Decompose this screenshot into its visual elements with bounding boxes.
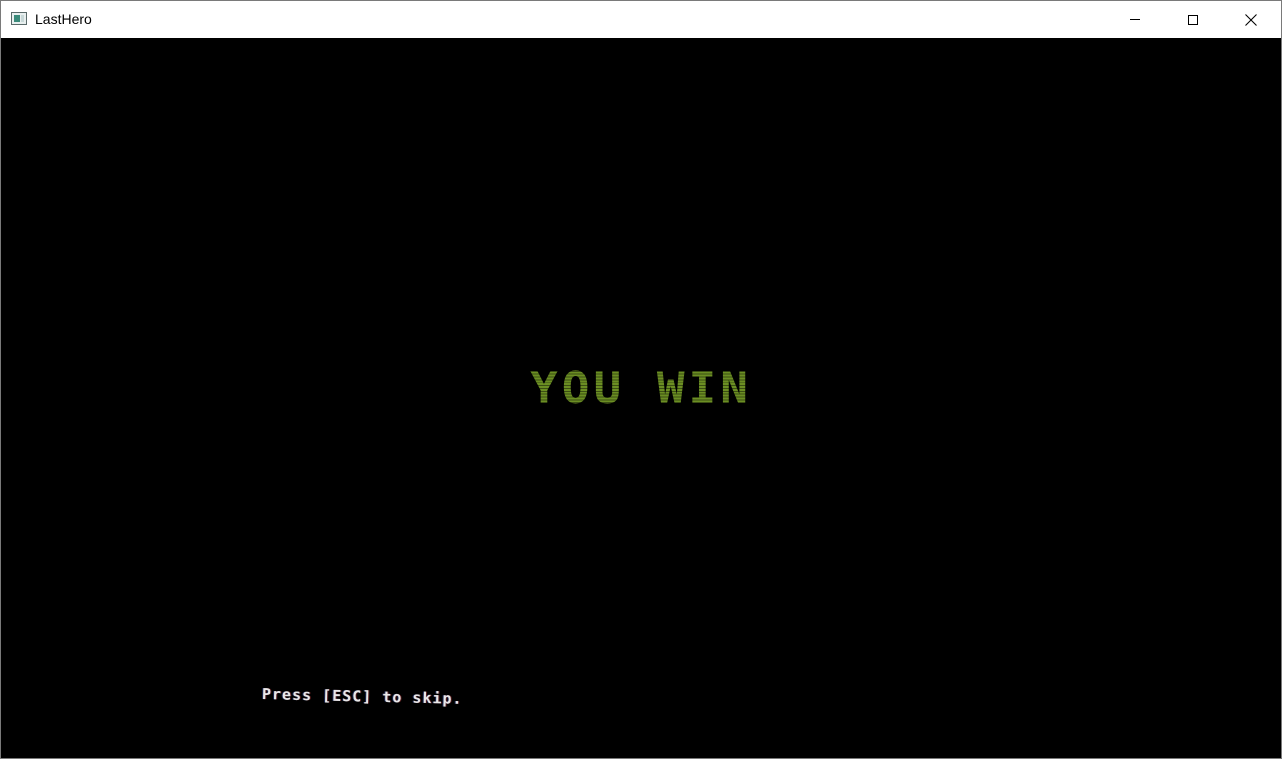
close-icon [1245, 13, 1257, 26]
game-canvas[interactable]: YOU WIN Press [ESC] to skip. [1, 38, 1281, 758]
window-title: LastHero [35, 11, 92, 27]
title-bar[interactable]: LastHero [1, 1, 1281, 38]
minimize-icon [1130, 19, 1140, 20]
win-message: YOU WIN [530, 362, 752, 414]
app-window-icon [11, 12, 27, 25]
minimize-button[interactable] [1106, 1, 1164, 38]
maximize-button[interactable] [1164, 1, 1222, 38]
app-window: LastHero YOU WIN Press [ESC] to skip. [0, 0, 1282, 759]
maximize-icon [1188, 14, 1198, 25]
close-button[interactable] [1222, 1, 1280, 38]
skip-prompt: Press [ESC] to skip. [261, 685, 463, 708]
